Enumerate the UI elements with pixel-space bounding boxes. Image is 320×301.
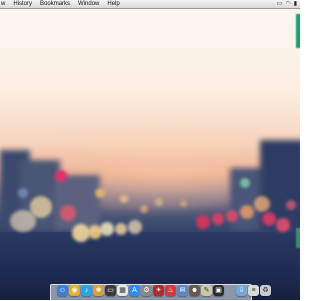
building-silhouette bbox=[55, 175, 100, 230]
menu-help[interactable]: Help bbox=[103, 0, 123, 9]
bokeh-light bbox=[10, 210, 36, 232]
popcorn-icon[interactable]: ♨ bbox=[165, 285, 176, 296]
wifi-icon[interactable]: ◠ bbox=[285, 0, 290, 9]
bokeh-light bbox=[276, 218, 290, 232]
bokeh-light bbox=[95, 188, 105, 198]
bokeh-light bbox=[60, 205, 76, 221]
bokeh-light bbox=[115, 223, 127, 235]
calendar-icon[interactable]: ▦ bbox=[117, 285, 128, 296]
battery-icon[interactable]: ▮ bbox=[294, 0, 297, 9]
bokeh-light bbox=[226, 210, 238, 222]
menu-bar: w History Bookmarks Window Help ▭ ◠ ▮ bbox=[0, 0, 300, 9]
chrome-icon[interactable]: ◉ bbox=[69, 285, 80, 296]
bokeh-light bbox=[155, 198, 163, 206]
green-edge-light bbox=[296, 14, 300, 48]
menu-window[interactable]: Window bbox=[74, 0, 103, 9]
airplay-icon[interactable]: ▭ bbox=[277, 0, 283, 9]
bokeh-light bbox=[240, 205, 254, 219]
bokeh-light bbox=[55, 170, 67, 182]
bokeh-light bbox=[240, 178, 250, 188]
bokeh-light bbox=[18, 188, 28, 198]
bokeh-light bbox=[254, 196, 270, 212]
bokeh-light bbox=[262, 212, 276, 226]
documents-icon[interactable]: ≡ bbox=[248, 285, 259, 296]
photo-booth-icon[interactable]: ✦ bbox=[153, 285, 164, 296]
bokeh-light bbox=[128, 220, 142, 234]
trash-icon[interactable]: ♻ bbox=[260, 285, 271, 296]
dock: ☺ ◉ ♪ ❀ ▭ ▦ A ⚙ ✦ ♨ ✉ ☻ ✎ ▣ ⇩ ≡ ♻ bbox=[57, 281, 271, 296]
monitor-icon[interactable]: ▣ bbox=[213, 285, 224, 296]
photos-icon[interactable]: ❀ bbox=[93, 285, 104, 296]
bokeh-light bbox=[196, 215, 210, 229]
menu-view[interactable]: w bbox=[0, 0, 9, 9]
bokeh-light bbox=[286, 200, 296, 210]
downloads-icon[interactable]: ⇩ bbox=[236, 285, 247, 296]
mail-icon[interactable]: ✉ bbox=[177, 285, 188, 296]
bokeh-light bbox=[100, 222, 114, 236]
menu-bookmarks[interactable]: Bookmarks bbox=[36, 0, 74, 9]
notes-icon[interactable]: ✎ bbox=[201, 285, 212, 296]
menu-extras: ▭ ◠ ▮ bbox=[277, 0, 300, 9]
app-store-icon[interactable]: A bbox=[129, 285, 140, 296]
terminal-icon[interactable]: ▭ bbox=[105, 285, 116, 296]
system-preferences-icon[interactable]: ⚙ bbox=[141, 285, 152, 296]
bokeh-light bbox=[140, 205, 148, 213]
bokeh-light bbox=[180, 200, 187, 207]
itunes-icon[interactable]: ♪ bbox=[81, 285, 92, 296]
bokeh-light bbox=[120, 195, 128, 203]
menu-history[interactable]: History bbox=[9, 0, 36, 9]
desktop-wallpaper bbox=[0, 0, 300, 300]
green-edge-light bbox=[296, 228, 300, 248]
finder-icon[interactable]: ☺ bbox=[57, 285, 68, 296]
bokeh-light bbox=[212, 213, 224, 225]
user-icon[interactable]: ☻ bbox=[189, 285, 200, 296]
